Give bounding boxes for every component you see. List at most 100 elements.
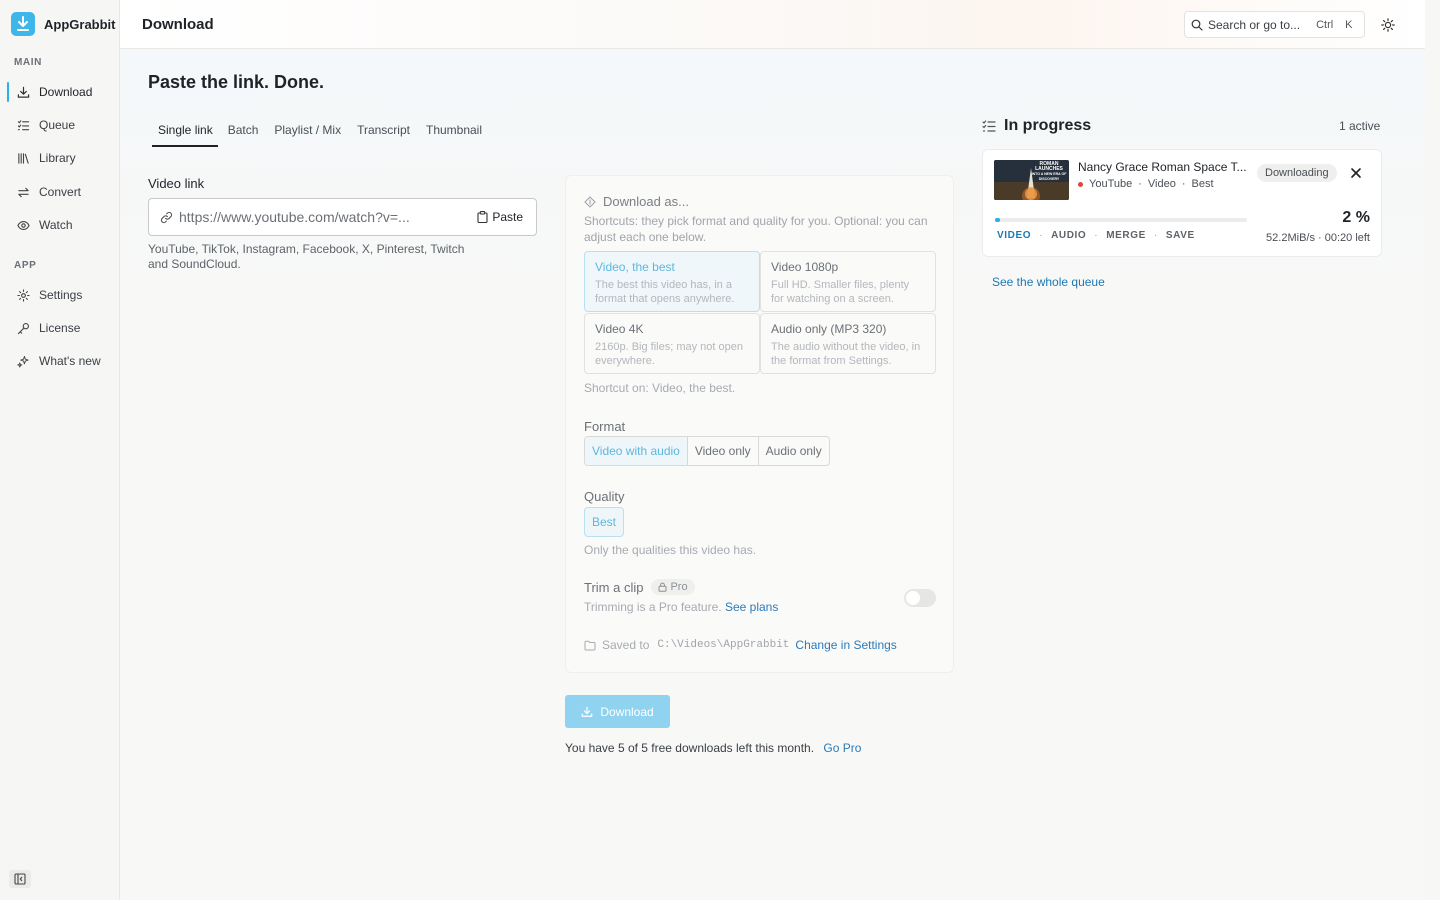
- thumbnail-caption-line1: ROMAN LAUNCHES: [1035, 161, 1063, 172]
- pro-badge-label: Pro: [670, 581, 688, 593]
- change-in-settings-link[interactable]: Change in Settings: [795, 638, 896, 652]
- checklist-icon: [982, 119, 996, 132]
- download-speed: 52.2MiB/s · 00:20 left: [1266, 232, 1370, 244]
- page-title: Paste the link. Done.: [148, 72, 325, 92]
- theme-toggle-button[interactable]: [1378, 15, 1398, 35]
- video-link-input[interactable]: [179, 209, 469, 225]
- sidebar-item-watch[interactable]: Watch: [7, 212, 113, 238]
- preset-video-best[interactable]: Video, the best The best this video has,…: [584, 251, 760, 312]
- sidebar-item-settings[interactable]: Settings: [7, 282, 113, 308]
- sidebar: AppGrabbit MAIN Download Queue Library C…: [0, 0, 120, 900]
- sidebar-item-label: Watch: [39, 218, 73, 232]
- shortcut-key: K: [1345, 18, 1353, 31]
- stage-separator: ·: [1153, 230, 1158, 241]
- in-progress-title: In progress: [1004, 117, 1092, 134]
- preset-desc: The best this video has, in a format tha…: [595, 279, 735, 305]
- top-header: Download Search or go to... Ctrl K: [120, 0, 1425, 49]
- shortcut-status: Shortcut on: Video, the best.: [584, 381, 736, 395]
- quality-label: Quality: [584, 489, 625, 504]
- sidebar-item-label: Download: [39, 85, 93, 99]
- job-source: YouTube: [1089, 178, 1133, 190]
- video-link-label: Video link: [148, 176, 205, 191]
- sidebar-item-convert[interactable]: Convert: [7, 179, 113, 205]
- sparkle-icon: [17, 355, 29, 368]
- lock-icon: [658, 582, 667, 592]
- preset-video-1080p[interactable]: Video 1080p Full HD. Smaller files, plen…: [760, 251, 936, 312]
- youtube-dot-icon: [1078, 181, 1083, 187]
- in-progress-heading: In progress: [982, 117, 1091, 135]
- download-button-label: Download: [600, 704, 654, 719]
- sidebar-item-label: Settings: [39, 288, 83, 302]
- tab-batch[interactable]: Batch: [222, 119, 265, 147]
- cancel-job-button[interactable]: [1349, 166, 1363, 180]
- download-as-subtitle: Shortcuts: they pick format and quality …: [584, 214, 928, 244]
- brand[interactable]: AppGrabbit: [11, 12, 116, 36]
- free-downloads-text: You have 5 of 5 free downloads left this…: [565, 741, 815, 755]
- paste-button[interactable]: Paste: [471, 206, 529, 228]
- tab-thumbnail[interactable]: Thumbnail: [420, 119, 488, 147]
- download-button[interactable]: Download: [565, 695, 670, 728]
- collapse-sidebar-button[interactable]: [9, 870, 31, 888]
- trim-label: Trim a clip: [584, 579, 644, 595]
- gear-icon: [17, 288, 30, 302]
- status-badge: Downloading: [1257, 164, 1337, 182]
- sidebar-item-library[interactable]: Library: [7, 145, 113, 171]
- go-pro-link[interactable]: Go Pro: [823, 741, 861, 755]
- shortcut-modifier: Ctrl: [1316, 18, 1334, 31]
- header-title: Download: [142, 16, 214, 33]
- library-icon: [18, 152, 29, 164]
- format-selector: Video with audio Video only Audio only: [584, 436, 830, 466]
- trim-toggle[interactable]: [904, 589, 936, 607]
- see-plans-link[interactable]: See plans: [725, 600, 778, 614]
- sidebar-item-label: What's new: [39, 354, 101, 368]
- stage-merge: MERGE: [1106, 230, 1146, 241]
- preset-title: Video 1080p: [771, 260, 839, 274]
- tab-transcript[interactable]: Transcript: [351, 119, 416, 147]
- paste-label: Paste: [492, 210, 523, 224]
- app-logo-icon: [11, 12, 35, 36]
- pro-badge: Pro: [651, 579, 695, 595]
- video-thumbnail: ROMAN LAUNCHES INTO A NEW ERA OF DISCOVE…: [994, 160, 1069, 200]
- search-input[interactable]: Search or go to... Ctrl K: [1184, 11, 1365, 38]
- stage-audio: AUDIO: [1051, 230, 1087, 241]
- free-downloads-note: You have 5 of 5 free downloads left this…: [565, 741, 861, 755]
- diamond-icon: [584, 195, 596, 208]
- clipboard-icon: [477, 211, 488, 223]
- meta-separator: ·: [1181, 178, 1186, 190]
- format-option-audio-only[interactable]: Audio only: [759, 437, 829, 465]
- sidebar-item-download[interactable]: Download: [7, 79, 113, 105]
- download-job-card: ROMAN LAUNCHES INTO A NEW ERA OF DISCOVE…: [982, 149, 1382, 257]
- stage-separator: ·: [1039, 230, 1044, 241]
- see-queue-link[interactable]: See the whole queue: [992, 275, 1105, 289]
- job-kind: Video: [1147, 178, 1176, 190]
- format-option-video-audio[interactable]: Video with audio: [585, 437, 688, 465]
- sidebar-item-label: Convert: [39, 185, 82, 199]
- sidebar-item-queue[interactable]: Queue: [7, 112, 113, 138]
- preset-video-4k[interactable]: Video 4K 2160p. Big files; may not open …: [584, 313, 760, 374]
- download-icon: [17, 86, 30, 98]
- main-content: Paste the link. Done. Single link Batch …: [121, 49, 1425, 900]
- download-icon: [581, 706, 593, 717]
- trim-row: Trim a clip Pro: [584, 579, 695, 595]
- tab-single-link[interactable]: Single link: [152, 119, 218, 147]
- saved-to-row: Saved to C:\Videos\AppGrabbit Change in …: [584, 638, 897, 652]
- sidebar-item-license[interactable]: License: [7, 315, 113, 341]
- saved-to-label: Saved to: [602, 638, 650, 652]
- eye-icon: [17, 220, 30, 230]
- trim-help-text: Trimming is a Pro feature.: [584, 600, 722, 614]
- sidebar-item-label: Library: [39, 151, 76, 165]
- quality-option-best[interactable]: Best: [584, 507, 624, 537]
- thumbnail-caption-line2: INTO A NEW ERA OF DISCOVERY: [1031, 172, 1067, 181]
- job-quality: Best: [1191, 178, 1214, 190]
- preset-audio-mp3[interactable]: Audio only (MP3 320) The audio without t…: [760, 313, 936, 374]
- sidebar-collapse-icon: [14, 873, 26, 885]
- stage-separator: ·: [1094, 230, 1099, 241]
- preset-title: Audio only (MP3 320): [771, 322, 887, 336]
- progress-percent: 2 %: [1342, 209, 1370, 226]
- tab-playlist-mix[interactable]: Playlist / Mix: [268, 119, 347, 147]
- progress-bar: [995, 218, 1247, 222]
- sidebar-item-whats-new[interactable]: What's new: [7, 348, 113, 374]
- stage-video: VIDEO: [997, 230, 1032, 241]
- nav-section-app: APP: [14, 260, 37, 271]
- format-option-video-only[interactable]: Video only: [688, 437, 759, 465]
